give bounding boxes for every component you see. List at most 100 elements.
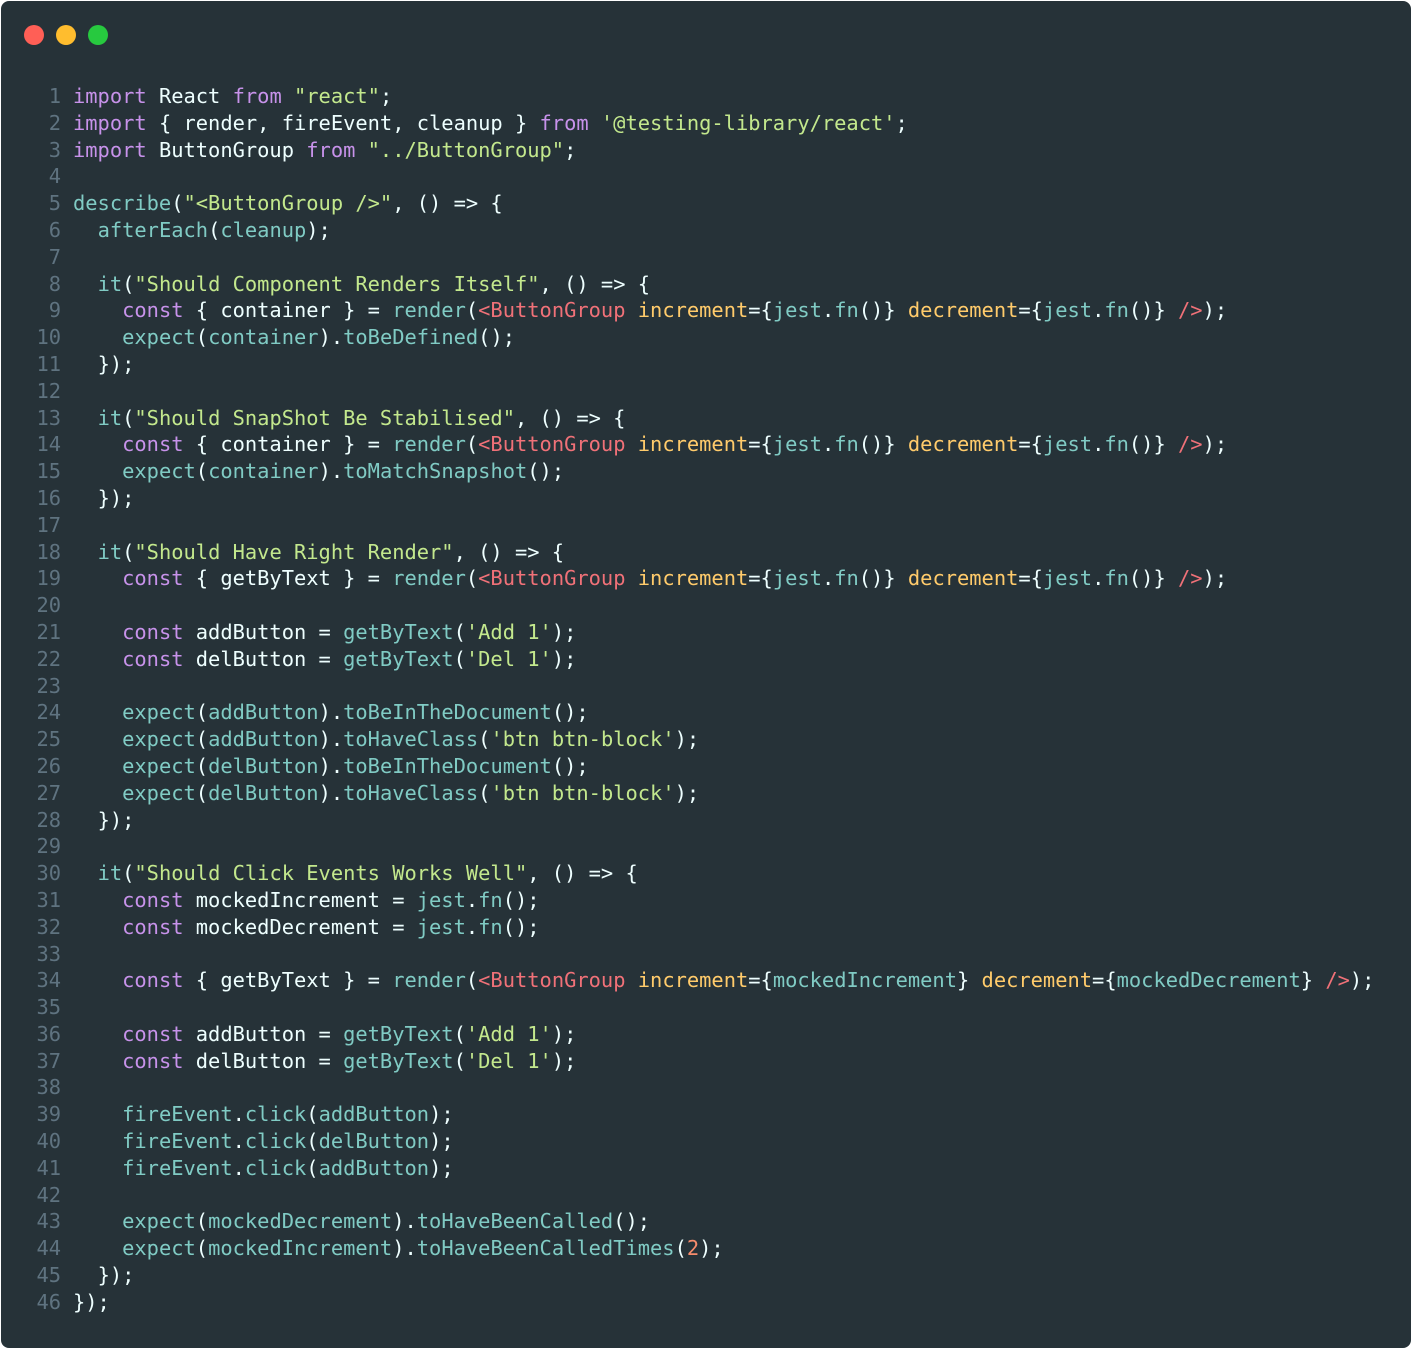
line-source: }); xyxy=(73,807,135,834)
code-token: 'btn btn-block' xyxy=(490,727,675,752)
close-button[interactable] xyxy=(24,25,44,45)
code-token: ); xyxy=(429,1129,454,1154)
code-line: 21 const addButton = getByText('Add 1'); xyxy=(1,619,1374,646)
code-token: ()} xyxy=(1128,432,1179,457)
line-number: 41 xyxy=(36,1155,61,1180)
code-token: ( xyxy=(465,968,479,993)
line-number: 11 xyxy=(36,351,61,376)
code-token: toHaveBeenCalled xyxy=(416,1209,614,1234)
code-token: <ButtonGroup xyxy=(478,298,626,323)
code-token: . xyxy=(821,566,835,591)
code-token: render xyxy=(392,968,466,993)
code-token: delButton = xyxy=(183,1048,344,1073)
code-token: ButtonGroup xyxy=(146,137,307,162)
line-source: fireEvent.click(delButton); xyxy=(73,1128,454,1155)
code-token: mockedDecrement xyxy=(208,1209,393,1234)
line-number: 43 xyxy=(36,1209,61,1234)
code-line: 24 expect(addButton).toBeInTheDocument()… xyxy=(1,699,1374,726)
line-source: import ButtonGroup from "../ButtonGroup"… xyxy=(73,137,576,164)
code-token: const xyxy=(122,619,184,644)
code-token: , () => { xyxy=(514,405,626,430)
line-source: expect(addButton).toHaveClass('btn btn-b… xyxy=(73,726,699,753)
line-number: 4 xyxy=(48,164,61,189)
code-token: from xyxy=(539,110,589,135)
code-line: 6 afterEach(cleanup); xyxy=(1,217,1374,244)
line-number: 20 xyxy=(36,593,61,618)
line-number: 32 xyxy=(36,914,61,939)
code-token: ( xyxy=(195,700,209,725)
code-token: <ButtonGroup xyxy=(478,432,626,457)
code-token: ( xyxy=(453,646,466,671)
code-line: 12 xyxy=(1,378,1374,405)
line-source: const delButton = getByText('Del 1'); xyxy=(73,646,576,673)
code-token: . xyxy=(465,887,479,912)
code-line: 18 it("Should Have Right Render", () => … xyxy=(1,539,1374,566)
code-token: toMatchSnapshot xyxy=(343,459,528,484)
code-token: /> xyxy=(1178,432,1203,457)
line-number: 42 xyxy=(36,1182,61,1207)
code-token: click xyxy=(244,1129,307,1154)
code-token: ); xyxy=(1202,298,1228,323)
line-number: 37 xyxy=(36,1048,61,1073)
code-token: ). xyxy=(318,727,344,752)
line-number: 28 xyxy=(36,807,61,832)
code-token: "Should SnapShot Be Stabilised" xyxy=(134,405,515,430)
code-token: delButton xyxy=(208,780,319,805)
code-line: 13 it("Should SnapShot Be Stabilised", (… xyxy=(1,405,1374,432)
code-line: 10 expect(container).toBeDefined(); xyxy=(1,324,1374,351)
code-token: . xyxy=(232,1129,245,1154)
line-source: const { getByText } = render(<ButtonGrou… xyxy=(73,967,1374,994)
code-token: ( xyxy=(306,1102,319,1127)
code-token: increment xyxy=(637,566,749,591)
code-token: ); xyxy=(551,646,577,671)
code-line: 22 const delButton = getByText('Del 1'); xyxy=(1,646,1374,673)
line-source: const addButton = getByText('Add 1'); xyxy=(73,619,576,646)
code-token: <ButtonGroup xyxy=(478,968,626,993)
code-line: 17 xyxy=(1,512,1374,539)
code-token: getByText xyxy=(343,646,454,671)
code-token: /> xyxy=(1325,968,1350,993)
line-number: 6 xyxy=(48,217,61,242)
code-token: ( xyxy=(195,325,209,350)
code-line: 32 const mockedDecrement = jest.fn(); xyxy=(1,914,1374,941)
minimize-button[interactable] xyxy=(56,25,76,45)
code-token: '@testing-library/react' xyxy=(600,110,896,135)
code-token: . xyxy=(232,1102,245,1127)
code-token: ( xyxy=(478,780,491,805)
line-source: expect(container).toBeDefined(); xyxy=(73,324,515,351)
maximize-button[interactable] xyxy=(88,25,108,45)
line-source: const mockedIncrement = jest.fn(); xyxy=(73,887,539,914)
code-line: 45 }); xyxy=(1,1262,1374,1289)
code-window: 1 import React from "react"; 2 import { ren… xyxy=(1,1,1411,1348)
line-number: 15 xyxy=(36,459,61,484)
code-line: 8 it("Should Component Renders Itself", … xyxy=(1,271,1374,298)
code-token: import xyxy=(73,137,147,162)
code-token: { container } = xyxy=(183,298,393,323)
line-source: it("Should SnapShot Be Stabilised", () =… xyxy=(73,405,626,432)
code-token: ); xyxy=(699,1236,724,1261)
code-token: . xyxy=(821,432,835,457)
code-token: getByText xyxy=(343,619,454,644)
code-line: 29 xyxy=(1,833,1374,860)
code-token: ( xyxy=(122,405,135,430)
code-line: 9 const { container } = render(<ButtonGr… xyxy=(1,297,1374,324)
code-token: ; xyxy=(895,110,908,135)
line-source: it("Should Have Right Render", () => { xyxy=(73,539,565,566)
code-token: const xyxy=(122,298,184,323)
code-token: addButton xyxy=(318,1102,430,1127)
line-number: 44 xyxy=(36,1236,61,1261)
code-token: addButton xyxy=(318,1155,430,1180)
code-line: 15 expect(container).toMatchSnapshot(); xyxy=(1,458,1374,485)
code-token: 'Del 1' xyxy=(465,646,552,671)
line-number: 46 xyxy=(36,1289,61,1314)
